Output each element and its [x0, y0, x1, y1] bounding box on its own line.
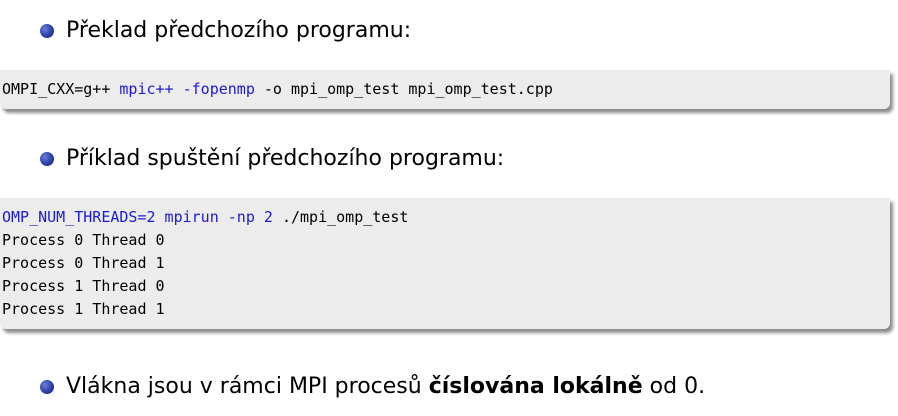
bullet-item-thread-numbering: Vlákna jsou v rámci MPI procesů číslován… — [40, 373, 705, 401]
code-line: Process 1 Thread 1 — [0, 298, 890, 321]
code-text: ./mpi_omp_test — [272, 208, 409, 226]
bullet-item-run-example: Příklad spuštění předchozího programu: — [40, 145, 504, 173]
code-line: OMPI_CXX=g++ mpic++ -fopenmp -o mpi_omp_… — [0, 78, 890, 101]
bullet-text-before: Vlákna jsou v rámci MPI procesů — [66, 374, 429, 399]
code-line: OMP_NUM_THREADS=2 mpirun -np 2 ./mpi_omp… — [0, 206, 890, 229]
code-line: Process 0 Thread 1 — [0, 252, 890, 275]
code-text: Process 1 Thread 1 — [2, 300, 165, 318]
code-lines-compile: OMPI_CXX=g++ mpic++ -fopenmp -o mpi_omp_… — [0, 78, 890, 101]
bullet-icon — [40, 24, 54, 38]
code-text: -o mpi_omp_test mpi_omp_test.cpp — [254, 80, 553, 98]
bullet-icon — [40, 152, 54, 166]
code-line: Process 1 Thread 0 — [0, 275, 890, 298]
bullet-item-compile: Překlad předchozího programu: — [40, 17, 411, 45]
code-keyword: mpic++ -fopenmp — [119, 80, 255, 98]
bullet-text-thread-numbering: Vlákna jsou v rámci MPI procesů číslován… — [66, 373, 705, 401]
bullet-text-run-example: Příklad spuštění předchozího programu: — [66, 146, 505, 171]
code-text: Process 0 Thread 1 — [2, 254, 165, 272]
code-line: Process 0 Thread 0 — [0, 229, 890, 252]
code-lines-run-output: OMP_NUM_THREADS=2 mpirun -np 2 ./mpi_omp… — [0, 206, 890, 321]
code-keyword: OMP_NUM_THREADS=2 mpirun -np 2 — [2, 208, 273, 226]
code-text: Process 1 Thread 0 — [2, 277, 165, 295]
code-text: OMPI_CXX=g++ — [2, 80, 120, 98]
code-text: Process 0 Thread 0 — [2, 231, 165, 249]
bullet-text-compile: Překlad předchozího programu: — [66, 18, 412, 43]
bullet-text-after: od 0. — [642, 374, 706, 399]
bullet-text-bold: číslována lokálně — [428, 374, 643, 399]
code-block-run-output: OMP_NUM_THREADS=2 mpirun -np 2 ./mpi_omp… — [0, 198, 890, 329]
bullet-icon — [40, 380, 54, 394]
code-block-compile: OMPI_CXX=g++ mpic++ -fopenmp -o mpi_omp_… — [0, 70, 890, 109]
